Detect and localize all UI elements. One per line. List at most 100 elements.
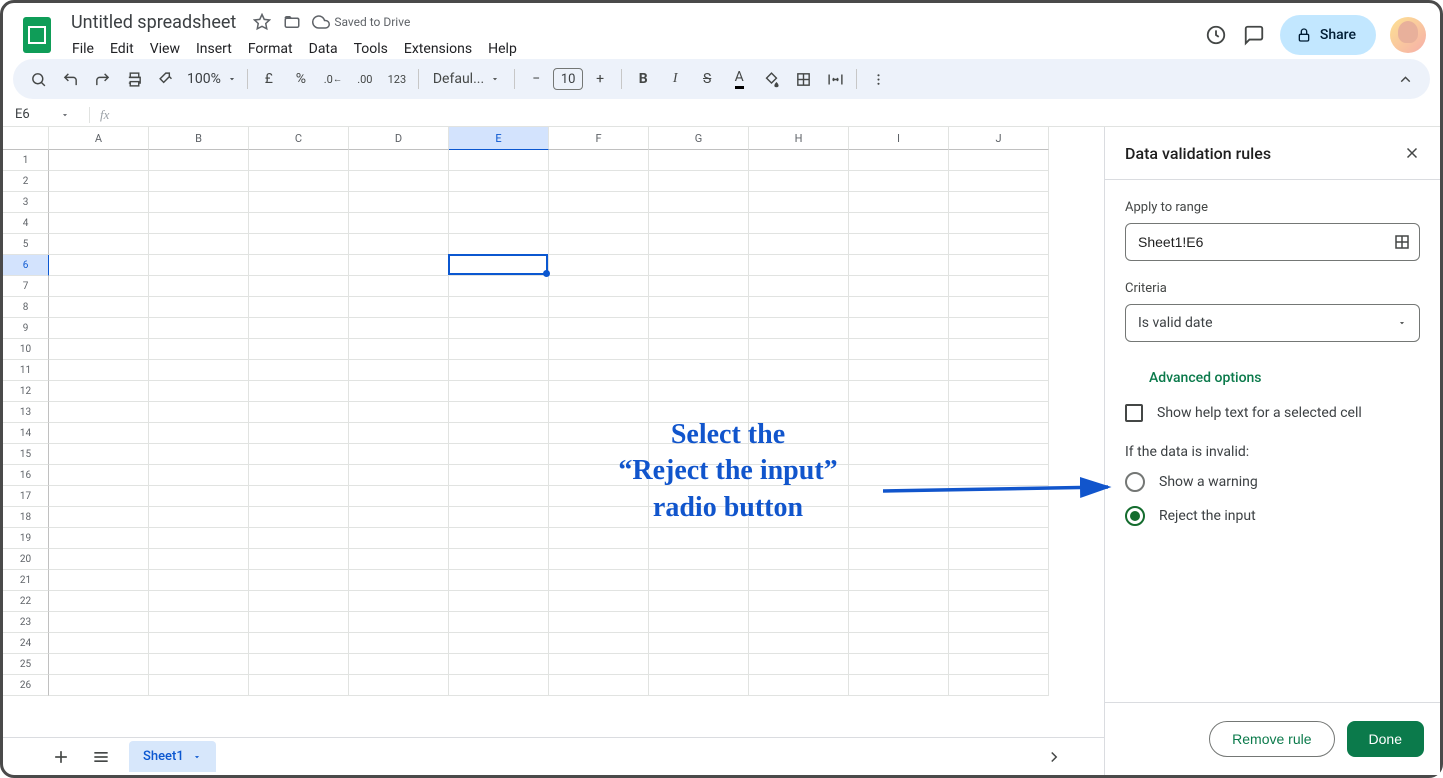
cell[interactable] [949, 402, 1049, 423]
cell[interactable] [549, 318, 649, 339]
cell[interactable] [449, 507, 549, 528]
cell[interactable] [49, 570, 149, 591]
spreadsheet-grid[interactable]: ABCDEFGHIJ 12345678910111213141516171819… [3, 127, 1104, 737]
cell[interactable] [949, 276, 1049, 297]
cell[interactable] [749, 423, 849, 444]
cell[interactable] [549, 150, 649, 171]
cell[interactable] [549, 675, 649, 696]
cell[interactable] [349, 150, 449, 171]
cell[interactable] [149, 255, 249, 276]
account-avatar[interactable] [1390, 17, 1426, 53]
add-sheet-icon[interactable] [49, 745, 73, 769]
column-header[interactable]: J [949, 127, 1049, 150]
cell[interactable] [349, 465, 449, 486]
zoom-select[interactable]: 100% [183, 71, 241, 87]
cell[interactable] [749, 381, 849, 402]
cell[interactable] [449, 381, 549, 402]
cell[interactable] [749, 171, 849, 192]
cell[interactable] [49, 150, 149, 171]
cell[interactable] [349, 318, 449, 339]
select-range-icon[interactable] [1393, 233, 1411, 251]
done-button[interactable]: Done [1347, 721, 1424, 757]
cell[interactable] [549, 486, 649, 507]
cell[interactable] [49, 465, 149, 486]
star-icon[interactable] [252, 12, 272, 32]
cell[interactable] [349, 633, 449, 654]
row-header[interactable]: 21 [3, 570, 49, 591]
cell[interactable] [349, 591, 449, 612]
cell[interactable] [349, 234, 449, 255]
cell[interactable] [549, 612, 649, 633]
cell[interactable] [49, 612, 149, 633]
cell[interactable] [449, 486, 549, 507]
cell[interactable] [249, 612, 349, 633]
merge-cells-icon[interactable] [820, 64, 850, 94]
cell[interactable] [549, 297, 649, 318]
cell[interactable] [849, 255, 949, 276]
cell[interactable] [249, 318, 349, 339]
advanced-options-toggle[interactable]: Advanced options [1149, 370, 1420, 386]
cell[interactable] [849, 507, 949, 528]
cell[interactable] [949, 360, 1049, 381]
cell[interactable] [149, 675, 249, 696]
row-header[interactable]: 1 [3, 150, 49, 171]
cell[interactable] [849, 486, 949, 507]
cell[interactable] [349, 423, 449, 444]
cell[interactable] [49, 444, 149, 465]
cell[interactable] [149, 612, 249, 633]
cell[interactable] [849, 276, 949, 297]
cell[interactable] [49, 402, 149, 423]
format-123-button[interactable]: 123 [382, 64, 412, 94]
cell[interactable] [549, 276, 649, 297]
range-input[interactable] [1138, 234, 1393, 250]
cell[interactable] [549, 528, 649, 549]
cell[interactable] [649, 654, 749, 675]
percent-button[interactable]: % [286, 64, 316, 94]
formula-input[interactable] [119, 103, 1440, 126]
cell[interactable] [849, 675, 949, 696]
cell[interactable] [49, 192, 149, 213]
cell[interactable] [649, 465, 749, 486]
cell[interactable] [949, 549, 1049, 570]
cell[interactable] [649, 402, 749, 423]
cell[interactable] [649, 339, 749, 360]
cell[interactable] [949, 444, 1049, 465]
cell[interactable] [449, 255, 549, 276]
cell[interactable] [649, 150, 749, 171]
cell[interactable] [449, 339, 549, 360]
cell[interactable] [49, 171, 149, 192]
cell[interactable] [349, 444, 449, 465]
cell[interactable] [149, 276, 249, 297]
cell[interactable] [649, 360, 749, 381]
cell[interactable] [849, 297, 949, 318]
cell[interactable] [249, 465, 349, 486]
cell[interactable] [649, 612, 749, 633]
help-text-checkbox-row[interactable]: Show help text for a selected cell [1125, 404, 1420, 422]
cell[interactable] [249, 276, 349, 297]
comments-icon[interactable] [1242, 23, 1266, 47]
cell[interactable] [749, 234, 849, 255]
cell[interactable] [749, 213, 849, 234]
cell[interactable] [349, 339, 449, 360]
cell[interactable] [349, 507, 449, 528]
cell[interactable] [849, 402, 949, 423]
column-header[interactable]: B [149, 127, 249, 150]
cell[interactable] [649, 507, 749, 528]
cell[interactable] [649, 423, 749, 444]
cell[interactable] [449, 276, 549, 297]
close-icon[interactable] [1400, 141, 1424, 165]
cell[interactable] [249, 528, 349, 549]
row-header[interactable]: 17 [3, 486, 49, 507]
cell[interactable] [249, 444, 349, 465]
cell[interactable] [849, 444, 949, 465]
cell[interactable] [249, 633, 349, 654]
cell[interactable] [249, 255, 349, 276]
cell[interactable] [949, 234, 1049, 255]
cell[interactable] [49, 318, 149, 339]
cell[interactable] [449, 423, 549, 444]
strikethrough-icon[interactable]: S [692, 64, 722, 94]
bold-icon[interactable]: B [628, 64, 658, 94]
cell[interactable] [849, 570, 949, 591]
cell[interactable] [49, 633, 149, 654]
cell[interactable] [849, 213, 949, 234]
